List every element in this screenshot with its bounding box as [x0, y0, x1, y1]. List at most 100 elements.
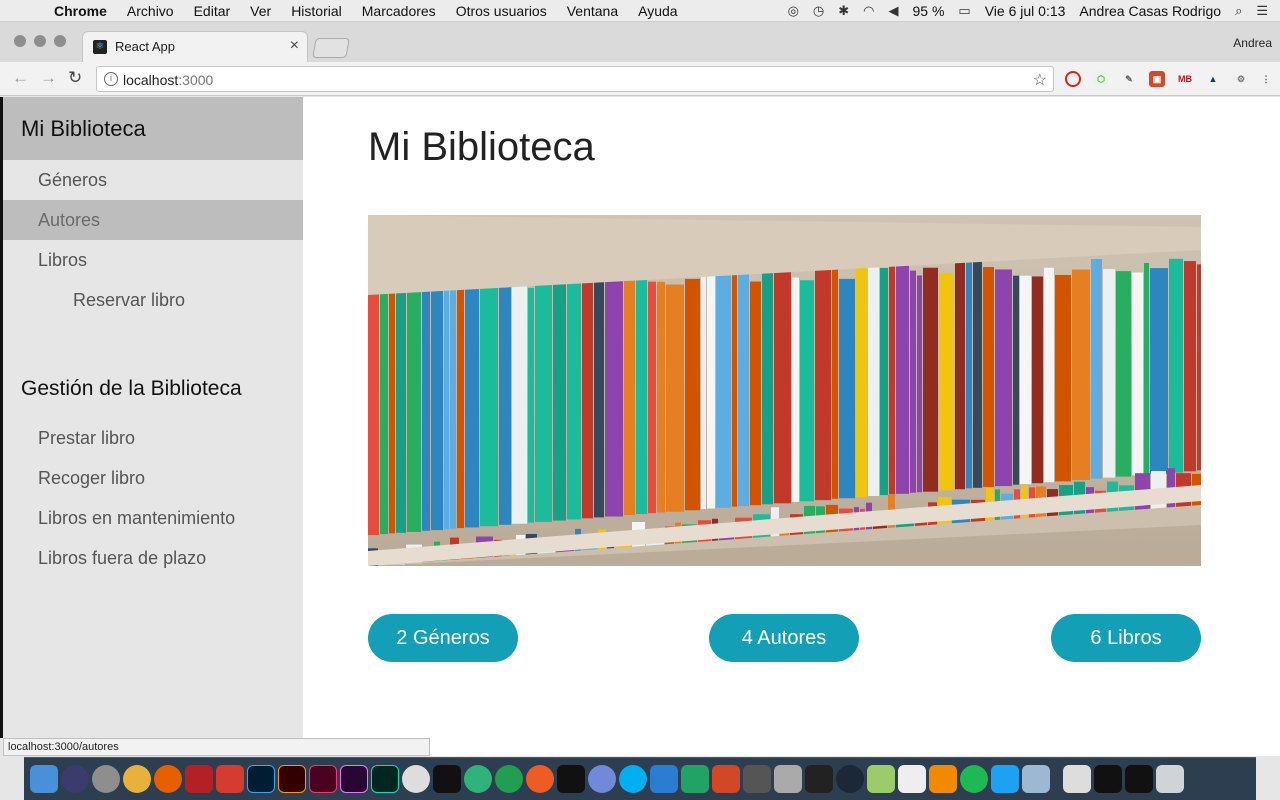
book-spine: [368, 285, 379, 535]
book-spine: [422, 285, 430, 531]
forward-arrow-icon[interactable]: →: [40, 68, 57, 88]
battery-icon[interactable]: ▭: [958, 3, 970, 19]
zoom-window-button[interactable]: [54, 35, 66, 47]
menu-ayuda[interactable]: Ayuda: [638, 3, 677, 19]
autores-count-button[interactable]: 4 Autores: [709, 614, 859, 662]
wifi-icon[interactable]: ◠: [863, 3, 874, 19]
discord-icon[interactable]: [588, 765, 616, 793]
trash-icon[interactable]: [1156, 765, 1184, 793]
menu-ver[interactable]: Ver: [250, 3, 271, 19]
menu-editar[interactable]: Editar: [194, 3, 231, 19]
site-info-icon[interactable]: i: [104, 72, 118, 86]
battery-percent[interactable]: 95 %: [913, 3, 945, 19]
menu-otros-usuarios[interactable]: Otros usuarios: [456, 3, 547, 19]
book-spine: [605, 275, 623, 517]
sidebar-item-libros[interactable]: Libros: [3, 240, 303, 280]
atom-icon[interactable]: [464, 765, 492, 793]
sidebar-item-libros-fuera-plazo[interactable]: Libros fuera de plazo: [3, 538, 303, 578]
mongodb-compass-icon[interactable]: [743, 765, 771, 793]
audition-icon[interactable]: [371, 765, 399, 793]
terminal-icon[interactable]: [557, 765, 585, 793]
disk-utility-icon[interactable]: [774, 765, 802, 793]
time-machine-icon[interactable]: ◷: [813, 3, 824, 19]
skype-icon[interactable]: [619, 765, 647, 793]
siri-icon[interactable]: [61, 765, 89, 793]
books-icon[interactable]: [867, 765, 895, 793]
menu-historial[interactable]: Historial: [291, 3, 342, 19]
opera-extension-icon[interactable]: [1065, 71, 1081, 87]
mb-extension-icon[interactable]: MB: [1177, 71, 1193, 87]
sidebar-title[interactable]: Mi Biblioteca: [3, 97, 303, 160]
volume-icon[interactable]: ◀: [889, 3, 899, 19]
system-preferences-icon[interactable]: [92, 765, 120, 793]
menu-clock[interactable]: Vie 6 jul 0:13: [985, 3, 1066, 19]
book-spine: [939, 272, 954, 491]
address-bar[interactable]: i localhost:3000 ☆: [96, 66, 1054, 92]
reload-icon[interactable]: ↻: [68, 68, 82, 88]
profile-name[interactable]: Andrea: [1233, 36, 1272, 50]
excel-icon[interactable]: [681, 765, 709, 793]
notification-center-icon[interactable]: ☰: [1256, 3, 1268, 19]
bluetooth-icon[interactable]: ✱: [838, 3, 849, 19]
screenshot-extension-icon[interactable]: ▣: [1149, 71, 1165, 87]
keybase-icon[interactable]: [898, 765, 926, 793]
preview-icon[interactable]: [1022, 765, 1050, 793]
finder-icon[interactable]: [30, 765, 58, 793]
spotlight-search-icon[interactable]: ⌕: [1235, 3, 1242, 19]
book-spine: [535, 279, 552, 522]
book-spine: [1169, 258, 1183, 473]
menu-ventana[interactable]: Ventana: [567, 3, 618, 19]
twitter-icon[interactable]: [991, 765, 1019, 793]
indesign-icon[interactable]: [309, 765, 337, 793]
sidebar-item-autores[interactable]: Autores: [3, 200, 303, 240]
chrome-menu-icon[interactable]: ⋮: [1258, 71, 1274, 87]
book-spine: [774, 270, 791, 504]
sidebar-item-prestar-libro[interactable]: Prestar libro: [3, 418, 303, 458]
tab-close-icon[interactable]: ×: [290, 37, 299, 55]
menu-user[interactable]: Andrea Casas Rodrigo: [1079, 3, 1221, 19]
postman-icon[interactable]: [526, 765, 554, 793]
gitkraken-icon[interactable]: [495, 765, 523, 793]
photoshop-icon[interactable]: [247, 765, 275, 793]
tab-react-app[interactable]: ⚛ React App ×: [82, 31, 308, 62]
close-window-button[interactable]: [14, 35, 26, 47]
chrome-icon[interactable]: [123, 765, 151, 793]
steam-icon[interactable]: [836, 765, 864, 793]
webstorm-icon[interactable]: [433, 765, 461, 793]
xcode-tools-icon[interactable]: [402, 765, 430, 793]
powerpoint-icon[interactable]: [712, 765, 740, 793]
node-window-icon-2[interactable]: [1125, 765, 1153, 793]
word-icon[interactable]: [650, 765, 678, 793]
sidebar-item-generos[interactable]: Géneros: [3, 160, 303, 200]
generos-count-button[interactable]: 2 Géneros: [368, 614, 518, 662]
book-spine: [995, 269, 1012, 487]
node-extension-icon[interactable]: ⬡: [1093, 71, 1109, 87]
menu-app-name[interactable]: Chrome: [54, 3, 107, 19]
illustrator-icon[interactable]: [278, 765, 306, 793]
spotify-icon[interactable]: [960, 765, 988, 793]
eyedropper-extension-icon[interactable]: ✎: [1121, 71, 1137, 87]
back-arrow-icon[interactable]: ←: [12, 68, 29, 88]
menu-archivo[interactable]: Archivo: [127, 3, 174, 19]
photo-booth-icon[interactable]: [185, 765, 213, 793]
menu-marcadores[interactable]: Marcadores: [362, 3, 436, 19]
drive-extension-icon[interactable]: ▲: [1205, 71, 1221, 87]
dbeaver-icon[interactable]: [805, 765, 833, 793]
settings-extension-icon[interactable]: ⚙: [1233, 71, 1249, 87]
firefox-icon[interactable]: [154, 765, 182, 793]
mongod-window-icon[interactable]: [1063, 765, 1091, 793]
bookmark-star-icon[interactable]: ☆: [1033, 70, 1047, 90]
node-window-icon[interactable]: [1094, 765, 1122, 793]
book-spine: [868, 264, 879, 496]
libros-count-button[interactable]: 6 Libros: [1051, 614, 1201, 662]
sidebar-item-libros-mantenimiento[interactable]: Libros en mantenimiento: [3, 498, 303, 538]
address-url[interactable]: localhost:3000: [123, 72, 213, 88]
creative-cloud-icon[interactable]: ◎: [788, 3, 799, 19]
sidebar-item-reservar-libro[interactable]: Reservar libro: [3, 280, 303, 320]
sidebar-item-recoger-libro[interactable]: Recoger libro: [3, 458, 303, 498]
premiere-icon[interactable]: [340, 765, 368, 793]
new-tab-button[interactable]: [312, 38, 350, 58]
minimize-window-button[interactable]: [34, 35, 46, 47]
vlc-icon[interactable]: [929, 765, 957, 793]
sublime-icon[interactable]: [216, 765, 244, 793]
